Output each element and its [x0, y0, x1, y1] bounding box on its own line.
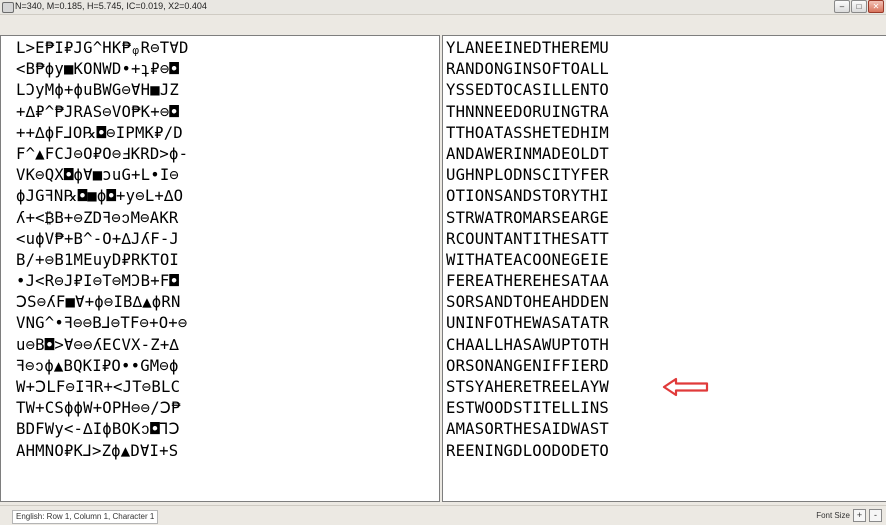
- plain-text-line: YLANEEINEDTHEREMU: [446, 39, 609, 57]
- plain-text-line: OTIONSANDSTORYTHI: [446, 187, 609, 206]
- cipher-text-line: <B₱ϕy■KONWD•+ʇ₽⊖◘: [16, 60, 179, 79]
- cipher-text-line: ʎ+<₿B+⊖ZDꟻ⊖ↄM⊖AKR: [16, 208, 179, 227]
- cipher-text-line: VK⊖QX◘ϕⱯ■ɔuG+L•I⊖: [16, 166, 179, 185]
- cipher-text-line: <uϕV₱+B^-O+∆ЈʎF-Ј: [16, 229, 179, 248]
- cursor-position-status: English: Row 1, Column 1, Character 1: [12, 510, 159, 524]
- cipher-text-lines: L>E₱I₽ЈG^HK₱ᵩR⊖T∀D <B₱ϕy■KONWD•+ʇ₽⊖◘ LϽyMϕ…: [16, 38, 189, 462]
- plain-text-line: WITHATEACOONEGEIE: [446, 250, 609, 269]
- window-controls: – □ ✕: [834, 0, 884, 13]
- plain-text-line: CHAALLHASAWUPTOTH: [446, 335, 609, 354]
- font-size-label: Font Size: [816, 511, 850, 520]
- plain-text-line: RCOUNTANTITHESATT: [446, 229, 609, 248]
- plain-text-line: AMASORTHESAIDWAST: [446, 420, 609, 439]
- cipher-text-line: •Ј<R⊖J₽I⊖T⊖MƆB+F◘: [16, 272, 179, 291]
- plain-text-line: RANDONGINSOFTOALL: [446, 60, 609, 79]
- plain-text-line: UNINFOTHEWASATATR: [446, 314, 609, 333]
- plain-text-line: ESTWOODSTITELLINS: [446, 399, 609, 418]
- title-bar: N=340, M=0.185, H=5.745, IC=0.019, X2=0.…: [0, 0, 886, 15]
- minimize-button[interactable]: –: [834, 0, 850, 13]
- plain-text-line: THNNNEEDORUINGTRA: [446, 102, 609, 121]
- app-icon: [2, 2, 14, 13]
- left-arrow-icon: [662, 377, 709, 397]
- plain-text-line: ANDAWERINMADEOLDT: [446, 144, 609, 163]
- plain-text-line: ORSONANGENIFFIERD: [446, 356, 609, 375]
- plain-text-line: STSYAHERETREELAYW: [446, 378, 609, 396]
- cipher-text-line: ++∆ϕF⅃O℞◘⊖IPMK₽/D: [16, 123, 183, 142]
- plain-text-lines: YLANEEINEDTHEREMU RANDONGINSOFTOALL YSSEDT…: [446, 38, 609, 462]
- cipher-text-line: F^▲FCЈ⊖O₽O⊖ℲKRD>ϕ-: [16, 144, 189, 163]
- font-size-increase-button[interactable]: +: [853, 509, 866, 522]
- plain-text-line: UGHNPLODNSCITYFER: [446, 166, 609, 185]
- font-size-decrease-button[interactable]: -: [869, 509, 882, 522]
- status-bar: English: Row 1, Column 1, Character 1 Fo…: [0, 505, 886, 525]
- plain-text-line: STRWATROMARSEARGE: [446, 208, 609, 227]
- plain-text-line: SORSANDTOHEAHDDEN: [446, 293, 609, 312]
- cipher-text-line: TW+CSϕϕW+OPH⊖⊖/Ↄ₱: [16, 399, 181, 418]
- maximize-button[interactable]: □: [851, 0, 867, 13]
- cipher-text-line: ꟻ⊖ↄϕ▲BQKI₽O••GM⊖ϕ: [16, 356, 179, 375]
- plain-text-line: REENINGDLOODODETO: [446, 441, 609, 460]
- cipher-text-pane[interactable]: L>E₱I₽ЈG^HK₱ᵩR⊖T∀D <B₱ϕy■KONWD•+ʇ₽⊖◘ LϽyMϕ…: [0, 35, 440, 502]
- cipher-text-line: ↃS⊖ʎF■Ɐ+ϕ⊖IB∆▲ϕRN: [16, 293, 181, 312]
- plain-text-line: TTHOATASSHETEDHIM: [446, 123, 609, 142]
- cipher-text-line: W+ↃLF⊖IꟻR+<ЈT⊖BLC: [16, 378, 181, 396]
- close-button[interactable]: ✕: [868, 0, 884, 13]
- plain-text-line: FEREATHEREHESATAA: [446, 272, 609, 291]
- plain-text-line: YSSEDTOCASILLENTO: [446, 81, 609, 100]
- cipher-text-line: L>E₱I₽ЈG^HK₱ᵩR⊖T∀D: [16, 39, 189, 57]
- cipher-text-line: B/+⊖B1MEuyD₽RKTOI: [16, 250, 179, 269]
- cipher-text-line: +∆₽^₱JRAS⊖VO₱K+⊖◘: [16, 102, 179, 121]
- cipher-text-line: AHMNO₽K⅃>Zϕ▲DⱯI+S: [16, 441, 179, 460]
- cipher-text-line: ϕJGꟻN℞◘■ϕ◘+y⊖L+∆O: [16, 187, 184, 206]
- cipher-text-line: LϽyMϕ+ϕuBWG⊖ⱯH■JZ: [16, 81, 179, 100]
- plain-text-pane[interactable]: YLANEEINEDTHEREMU RANDONGINSOFTOALL YSSEDT…: [442, 35, 886, 502]
- cipher-text-line: BDFWy<-∆IϕBOKↄ◘⅂Ↄ: [16, 420, 180, 439]
- font-size-controls: Font Size + -: [816, 509, 882, 522]
- cipher-text-line: u⊖B◘>Ɐ⊖⊖ʎECVX-Z+∆: [16, 335, 179, 354]
- cipher-text-line: VNG^•ꟻ⊖⊖B⅃⊖TF⊖+O+⊖: [16, 314, 188, 333]
- window-title: N=340, M=0.185, H=5.745, IC=0.019, X2=0.…: [15, 1, 207, 11]
